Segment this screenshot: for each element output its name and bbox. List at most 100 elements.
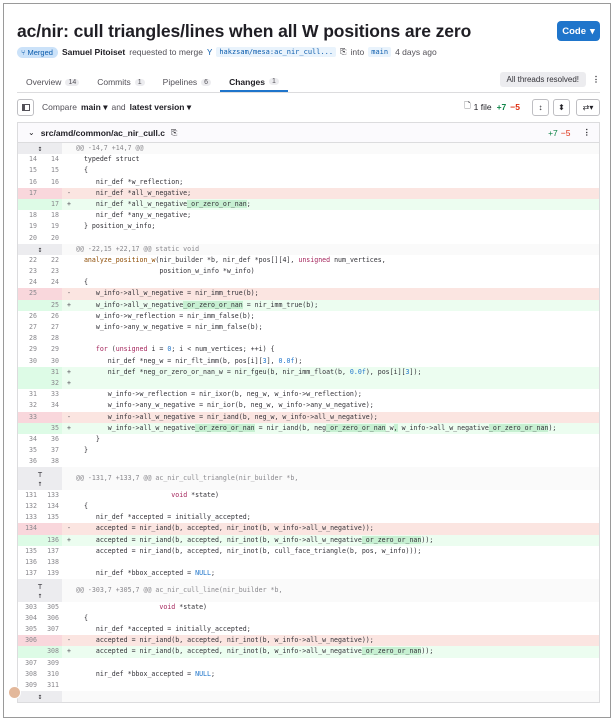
avatar[interactable]	[8, 686, 21, 699]
old-line-number[interactable]: 303	[18, 602, 40, 613]
old-line-number[interactable]: 28	[18, 333, 40, 344]
new-line-number[interactable]: 307	[40, 624, 62, 635]
old-line-number[interactable]: 137	[18, 568, 40, 579]
file-options-icon[interactable]: ⋮	[583, 127, 592, 138]
new-line-number[interactable]: 19	[40, 221, 62, 232]
new-line-number[interactable]: 34	[40, 400, 62, 411]
new-line-number[interactable]: 14	[40, 154, 62, 165]
old-line-number[interactable]	[18, 198, 40, 211]
new-line-number[interactable]: 29	[40, 344, 62, 355]
new-line-number[interactable]: 136	[40, 534, 62, 546]
new-line-number[interactable]: 24	[40, 277, 62, 288]
old-line-number[interactable]: 23	[18, 266, 40, 277]
old-line-number[interactable]: 32	[18, 400, 40, 411]
old-line-number[interactable]: 35	[18, 445, 40, 456]
expand-lines-button[interactable]: ↕	[18, 243, 62, 255]
old-line-number[interactable]: 304	[18, 613, 40, 624]
new-line-number[interactable]: 133	[40, 490, 62, 501]
new-line-number[interactable]	[40, 635, 62, 647]
new-line-number[interactable]: 308	[40, 646, 62, 658]
old-line-number[interactable]: 26	[18, 311, 40, 322]
new-line-number[interactable]: 31	[40, 366, 62, 378]
expand-lines-button[interactable]: ⊤ ↑	[18, 579, 62, 602]
chevron-down-icon[interactable]: ⌄	[28, 128, 35, 137]
new-line-number[interactable]: 139	[40, 568, 62, 579]
old-line-number[interactable]: 308	[18, 669, 40, 680]
new-line-number[interactable]: 37	[40, 445, 62, 456]
head-version-dropdown[interactable]: latest version ▾	[130, 102, 191, 113]
new-line-number[interactable]	[40, 411, 62, 423]
new-line-number[interactable]: 23	[40, 266, 62, 277]
new-line-number[interactable]: 35	[40, 422, 62, 434]
tab-pipelines[interactable]: Pipelines 6	[154, 68, 220, 91]
new-line-number[interactable]: 135	[40, 512, 62, 523]
old-line-number[interactable]: 14	[18, 154, 40, 165]
new-line-number[interactable]: 20	[40, 233, 62, 244]
old-line-number[interactable]: 306	[18, 635, 40, 647]
tab-changes[interactable]: Changes 1	[220, 68, 288, 92]
new-line-number[interactable]: 134	[40, 501, 62, 512]
expand-all-button[interactable]: ↕	[532, 98, 549, 116]
new-line-number[interactable]: 28	[40, 333, 62, 344]
old-line-number[interactable]: 132	[18, 501, 40, 512]
file-browser-toggle-button[interactable]	[17, 98, 34, 116]
new-line-number[interactable]: 310	[40, 669, 62, 680]
new-line-number[interactable]: 36	[40, 434, 62, 445]
new-line-number[interactable]: 33	[40, 389, 62, 400]
old-line-number[interactable]	[18, 299, 40, 311]
old-line-number[interactable]	[18, 646, 40, 658]
old-line-number[interactable]: 20	[18, 233, 40, 244]
author-link[interactable]: Samuel Pitoiset	[62, 47, 125, 57]
diff-settings-button[interactable]: ⇄▾	[576, 98, 600, 116]
tab-commits[interactable]: Commits 1	[88, 68, 153, 91]
old-line-number[interactable]: 15	[18, 165, 40, 176]
new-line-number[interactable]: 25	[40, 299, 62, 311]
new-line-number[interactable]: 16	[40, 177, 62, 188]
old-line-number[interactable]: 16	[18, 177, 40, 188]
new-line-number[interactable]	[40, 288, 62, 300]
new-line-number[interactable]: 309	[40, 658, 62, 669]
threads-resolved-badge[interactable]: All threads resolved!	[499, 71, 586, 87]
source-branch[interactable]: hakzsam/mesa:ac_nir_cull...	[216, 47, 337, 57]
new-line-number[interactable]: 18	[40, 210, 62, 221]
old-line-number[interactable]: 136	[18, 557, 40, 568]
new-line-number[interactable]: 32	[40, 377, 62, 390]
collapse-all-button[interactable]: ⬍	[553, 98, 570, 116]
new-line-number[interactable]: 137	[40, 546, 62, 557]
old-line-number[interactable]: 25	[18, 288, 40, 300]
old-line-number[interactable]: 18	[18, 210, 40, 221]
new-line-number[interactable]	[40, 187, 62, 199]
new-line-number[interactable]: 305	[40, 602, 62, 613]
target-branch[interactable]: main	[368, 47, 392, 57]
old-line-number[interactable]	[18, 377, 40, 390]
new-line-number[interactable]: 26	[40, 311, 62, 322]
expand-lines-button[interactable]: ⊤ ↑	[18, 467, 62, 490]
old-line-number[interactable]	[18, 534, 40, 546]
more-options-icon[interactable]: ⋮	[592, 75, 600, 84]
base-version-dropdown[interactable]: main ▾	[81, 102, 108, 113]
old-line-number[interactable]: 34	[18, 434, 40, 445]
new-line-number[interactable]: 306	[40, 613, 62, 624]
file-path[interactable]: src/amd/common/ac_nir_cull.c	[41, 128, 165, 138]
new-line-number[interactable]	[40, 523, 62, 535]
old-line-number[interactable]: 135	[18, 546, 40, 557]
old-line-number[interactable]: 17	[18, 187, 40, 199]
new-line-number[interactable]: 22	[40, 255, 62, 266]
old-line-number[interactable]: 29	[18, 344, 40, 355]
expand-lines-button[interactable]: ↕	[18, 143, 62, 155]
old-line-number[interactable]	[18, 366, 40, 378]
new-line-number[interactable]: 38	[40, 456, 62, 467]
expand-lines-button[interactable]: ↕	[18, 691, 62, 703]
old-line-number[interactable]: 309	[18, 680, 40, 691]
new-line-number[interactable]: 27	[40, 322, 62, 333]
old-line-number[interactable]: 134	[18, 523, 40, 535]
new-line-number[interactable]: 17	[40, 198, 62, 211]
old-line-number[interactable]: 131	[18, 490, 40, 501]
old-line-number[interactable]: 22	[18, 255, 40, 266]
old-line-number[interactable]: 31	[18, 389, 40, 400]
copy-icon[interactable]: ⎘	[340, 47, 346, 57]
code-dropdown-button[interactable]: Code ▾	[557, 21, 600, 41]
old-line-number[interactable]: 305	[18, 624, 40, 635]
old-line-number[interactable]: 33	[18, 411, 40, 423]
old-line-number[interactable]: 307	[18, 658, 40, 669]
